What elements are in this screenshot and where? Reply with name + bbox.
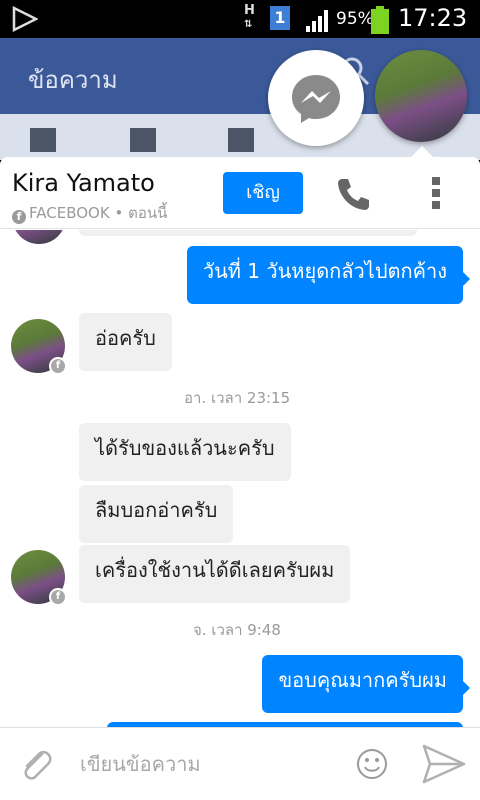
message-input[interactable] xyxy=(80,746,340,782)
friends-tab-icon xyxy=(130,128,156,152)
contact-chat-head-avatar[interactable] xyxy=(375,50,467,142)
contact-avatar: f xyxy=(11,550,67,606)
more-icon[interactable] xyxy=(432,177,442,209)
contact-subline: f FACEBOOK • ตอนนี้ xyxy=(12,201,167,225)
play-icon xyxy=(12,6,38,32)
sim-badge: 1 xyxy=(270,6,290,30)
status-bar: H ⇅ 1 95% 17:23 xyxy=(0,0,480,38)
contact-name[interactable]: Kira Yamato xyxy=(12,169,155,197)
messages-tab-icon xyxy=(228,128,254,152)
message-bubble-outgoing[interactable]: วันที่ 1 วันหยุดกลัวไปตกค้าง xyxy=(186,246,463,304)
facebook-icon: f xyxy=(51,359,65,373)
emoji-icon[interactable] xyxy=(356,748,388,780)
chat-header: Kira Yamato f FACEBOOK • ตอนนี้ เชิญ xyxy=(0,157,480,229)
message-bubble-incoming[interactable]: เครื่องใช้งานได้ดีเลยครับผม xyxy=(79,545,351,603)
contact-source: FACEBOOK xyxy=(29,204,110,222)
message-timestamp: จ. เวลา 9:48 xyxy=(193,621,281,639)
facebook-badge: f xyxy=(49,588,67,606)
message-bubble-partial xyxy=(79,230,417,236)
facebook-icon: f xyxy=(51,590,65,604)
message-bubble-incoming[interactable]: ลืมบอกอ่าครับ xyxy=(79,485,234,543)
message-composer xyxy=(0,727,480,800)
contact-presence: • ตอนนี้ xyxy=(114,204,168,222)
contact-avatar: f xyxy=(11,319,67,375)
network-type-indicator: H ⇅ xyxy=(244,3,255,30)
facebook-badge: f xyxy=(49,357,67,375)
signal-icon xyxy=(306,10,328,32)
message-list: วันที่ 1 วันหยุดกลัวไปตกค้าง f อ่อครับ อ… xyxy=(0,230,480,727)
message-bubble-outgoing[interactable]: ขอบคุณมากครับผม xyxy=(262,655,463,713)
bubble-tail xyxy=(462,680,470,696)
facebook-icon: f xyxy=(12,210,26,224)
battery-icon xyxy=(371,6,389,34)
send-icon[interactable] xyxy=(422,744,466,784)
invite-button[interactable]: เชิญ xyxy=(223,172,303,214)
contact-avatar xyxy=(12,230,66,244)
background-app-title: ข้อความ xyxy=(28,66,118,94)
message-bubble-incoming[interactable]: อ่อครับ xyxy=(79,313,172,371)
message-bubble-incoming[interactable]: ได้รับของแล้วนะครับ xyxy=(79,423,291,481)
bubble-tail xyxy=(462,271,470,287)
phone-icon[interactable] xyxy=(336,177,372,211)
message-timestamp: อา. เวลา 23:15 xyxy=(184,389,291,407)
messenger-chat-head[interactable] xyxy=(268,50,364,146)
chat-panel: Kira Yamato f FACEBOOK • ตอนนี้ เชิญ วันท… xyxy=(0,157,480,800)
status-clock: 17:23 xyxy=(398,4,468,32)
attach-icon[interactable] xyxy=(18,746,54,782)
messenger-icon xyxy=(292,75,340,123)
battery-percent: 95% xyxy=(336,9,374,29)
news-feed-tab-icon xyxy=(30,128,56,152)
